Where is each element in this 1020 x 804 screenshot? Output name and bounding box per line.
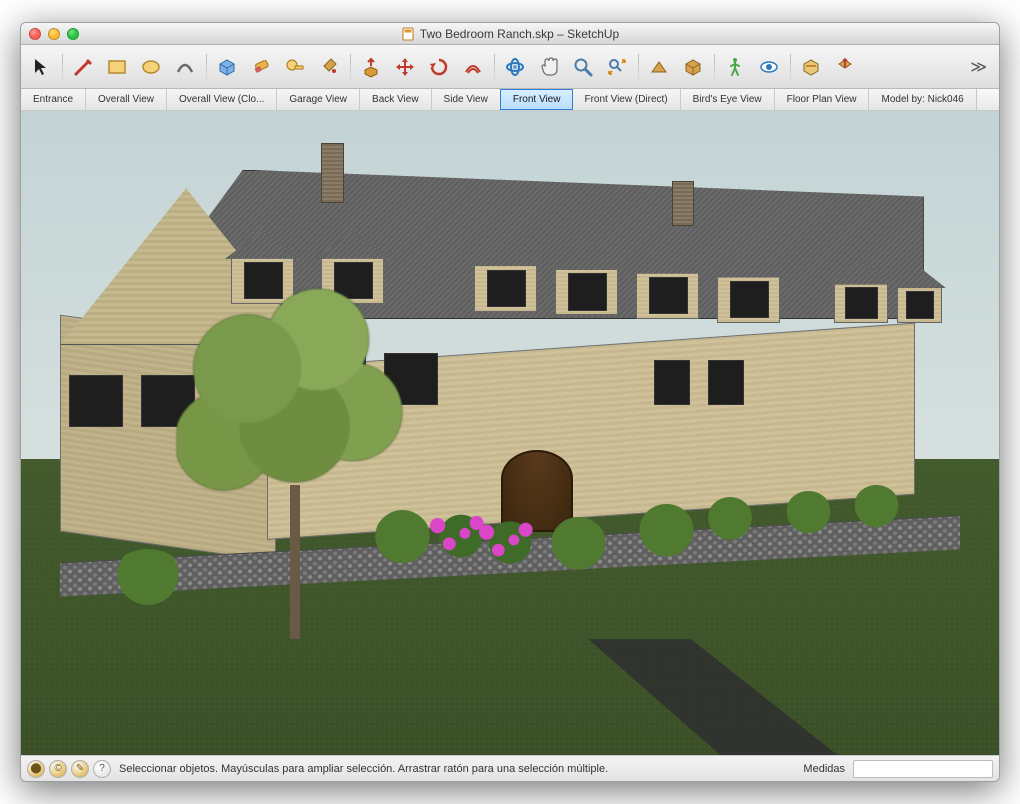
scene-tab-overall-view[interactable]: Overall View xyxy=(86,89,167,110)
measurements-input[interactable] xyxy=(853,760,993,778)
scene-tab-back-view[interactable]: Back View xyxy=(360,89,432,110)
scene-tab-entrance[interactable]: Entrance xyxy=(21,89,86,110)
bush xyxy=(549,517,608,581)
look-around-tool[interactable] xyxy=(753,51,785,83)
scene-tab-label: Overall View (Clo... xyxy=(179,94,264,105)
bush xyxy=(784,491,833,543)
status-hint-text: Seleccionar objetos. Mayúsculas para amp… xyxy=(119,763,799,775)
model-viewport[interactable] xyxy=(21,111,999,755)
add-location-tool[interactable] xyxy=(643,51,675,83)
dormer xyxy=(321,255,384,304)
get-photo-texture-tool[interactable] xyxy=(829,51,861,83)
rotate-tool[interactable] xyxy=(423,51,455,83)
scene-tab-label: Front View (Direct) xyxy=(584,94,667,105)
scene-tab-label: Back View xyxy=(372,94,419,105)
scene-tab-side-view[interactable]: Side View xyxy=(432,89,501,110)
side-wall xyxy=(60,315,276,562)
window xyxy=(384,353,438,405)
pan-tool[interactable] xyxy=(533,51,565,83)
dormer xyxy=(555,267,618,316)
claim-credit-button[interactable]: ✎ xyxy=(71,760,89,778)
flowers xyxy=(471,517,549,569)
scene-tab-label: Side View xyxy=(444,94,488,105)
credits-button[interactable]: © xyxy=(49,760,67,778)
scene-tab-garage-view[interactable]: Garage View xyxy=(277,89,360,110)
scene-tab-label: Floor Plan View xyxy=(787,94,857,105)
make-component-tool[interactable] xyxy=(211,51,243,83)
close-window-button[interactable] xyxy=(29,28,41,40)
eraser-tool[interactable] xyxy=(245,51,277,83)
window-title-text: Two Bedroom Ranch.skp – SketchUp xyxy=(420,27,619,41)
window xyxy=(312,353,366,405)
file-icon xyxy=(401,27,415,41)
dormer xyxy=(897,285,942,322)
scene-tab-label: Garage View xyxy=(289,94,347,105)
dormer xyxy=(636,270,699,319)
move-tool[interactable] xyxy=(389,51,421,83)
dormer xyxy=(474,263,537,312)
scene-tab-label: Front View xyxy=(513,94,561,105)
scene-tab-model-by[interactable]: Model by: Nick046 xyxy=(869,89,976,110)
bush xyxy=(637,504,696,568)
scene-tab-overall-view-close[interactable]: Overall View (Clo... xyxy=(167,89,277,110)
measurements-label: Medidas xyxy=(803,763,845,775)
scene-tab-label: Bird's Eye View xyxy=(693,94,762,105)
minimize-window-button[interactable] xyxy=(48,28,60,40)
dormer xyxy=(717,274,780,323)
line-tool[interactable] xyxy=(67,51,99,83)
offset-tool[interactable] xyxy=(457,51,489,83)
paint-bucket-tool[interactable] xyxy=(313,51,345,83)
dormer xyxy=(231,255,294,304)
zoom-tool[interactable] xyxy=(567,51,599,83)
scene-tab-label: Overall View xyxy=(98,94,154,105)
scene-tab-label: Entrance xyxy=(33,94,73,105)
section-plane-tool[interactable] xyxy=(795,51,827,83)
orbit-tool[interactable] xyxy=(499,51,531,83)
scene-tab-floor-plan-view[interactable]: Floor Plan View xyxy=(775,89,870,110)
rectangle-tool[interactable] xyxy=(101,51,133,83)
tape-measure-tool[interactable] xyxy=(279,51,311,83)
scene-tab-front-view-direct[interactable]: Front View (Direct) xyxy=(572,89,680,110)
arc-tool[interactable] xyxy=(169,51,201,83)
window xyxy=(708,360,744,405)
circle-tool[interactable] xyxy=(135,51,167,83)
scene-tabs: Entrance Overall View Overall View (Clo.… xyxy=(21,89,999,111)
scene-tab-birds-eye-view[interactable]: Bird's Eye View xyxy=(681,89,775,110)
zoom-extents-tool[interactable] xyxy=(601,51,633,83)
window xyxy=(69,375,123,427)
select-tool[interactable] xyxy=(25,51,57,83)
chimney xyxy=(321,143,343,203)
window xyxy=(654,360,690,405)
bush xyxy=(109,549,187,613)
zoom-window-button[interactable] xyxy=(67,28,79,40)
bush xyxy=(706,497,755,549)
toolbar-overflow-button[interactable]: ≫ xyxy=(962,57,995,77)
bush xyxy=(852,485,901,537)
geo-location-button[interactable]: ⬤ xyxy=(27,760,45,778)
status-bar: ⬤ © ✎ ? Seleccionar objetos. Mayúsculas … xyxy=(21,755,999,781)
scene-tab-front-view[interactable]: Front View xyxy=(500,89,574,110)
app-window: Two Bedroom Ranch.skp – SketchUp xyxy=(20,22,1000,782)
scene-tab-label: Model by: Nick046 xyxy=(881,94,963,105)
titlebar: Two Bedroom Ranch.skp – SketchUp xyxy=(21,23,999,45)
window-title: Two Bedroom Ranch.skp – SketchUp xyxy=(21,27,999,41)
window-controls xyxy=(21,28,79,40)
help-button[interactable]: ? xyxy=(93,760,111,778)
get-models-tool[interactable] xyxy=(677,51,709,83)
main-toolbar: ≫ xyxy=(21,45,999,89)
walk-tool[interactable] xyxy=(719,51,751,83)
dormer xyxy=(834,282,888,323)
chimney xyxy=(672,181,694,226)
push-pull-tool[interactable] xyxy=(355,51,387,83)
window xyxy=(141,375,195,427)
